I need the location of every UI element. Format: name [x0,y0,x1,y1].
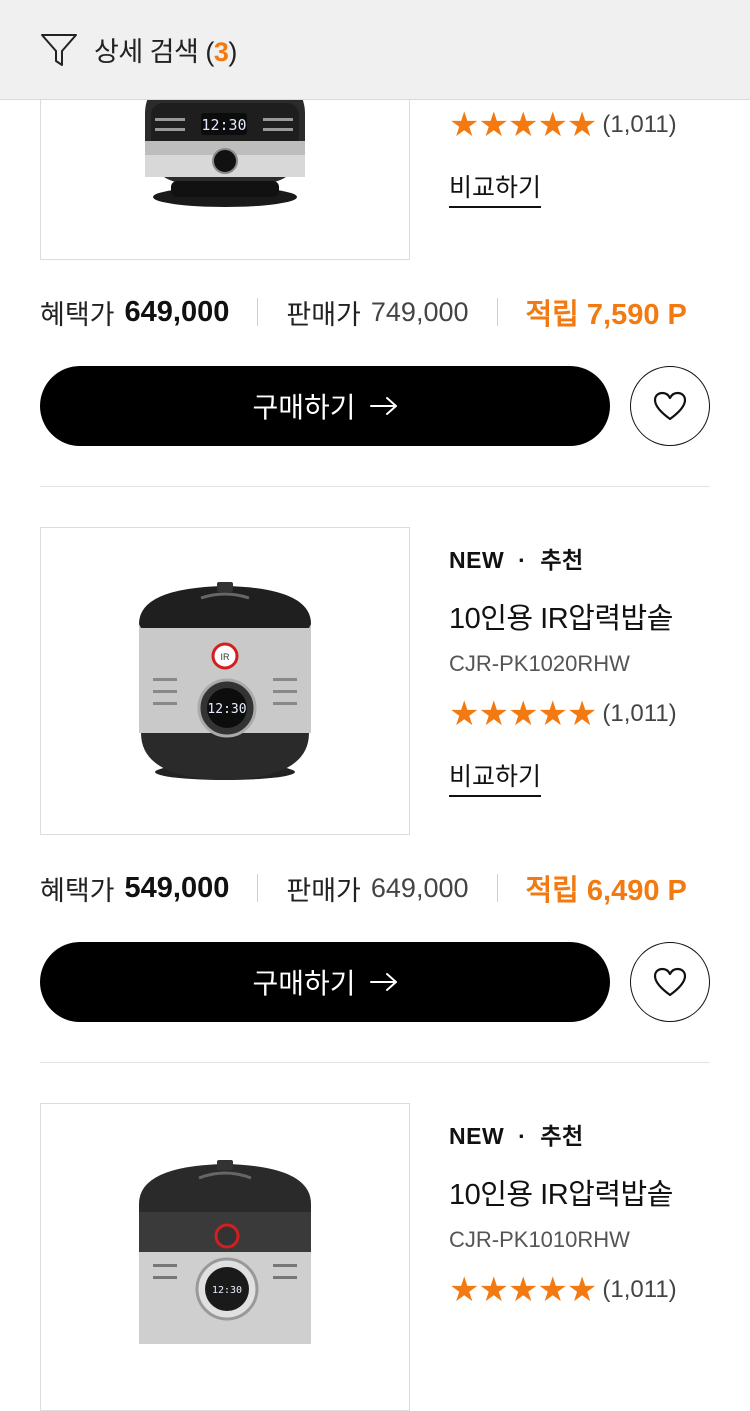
svg-text:IR: IR [221,652,231,662]
detail-search-label: 상세 검색 (3) [94,37,237,67]
rating-stars: ★★★★★ [449,106,597,144]
detail-search-button[interactable]: 상세 검색 (3) [40,30,237,69]
benefit-price: 549,000 [124,871,230,904]
sale-price-label: 판매가 [286,299,361,330]
product-name[interactable]: 10인용 IR압력밥솥 [449,595,710,637]
arrow-right-icon [369,973,397,991]
compare-link[interactable]: 비교하기 [449,757,542,797]
wishlist-button[interactable] [630,942,710,1022]
price-separator [257,298,259,326]
product-divider [40,486,710,487]
buy-button-label: 구매하기 [252,968,356,999]
sale-price-label: 판매가 [286,875,361,906]
filter-icon [41,33,77,66]
compare-link[interactable]: 비교하기 [449,168,542,208]
arrow-right-icon [369,397,397,415]
reward-points: 적립 6,490 P [525,875,687,907]
price-separator [257,874,259,902]
buy-button[interactable]: 구매하기 [40,366,610,446]
product-tags: NEW · 추천 [449,1123,584,1149]
benefit-price: 649,000 [124,295,230,328]
price-row: 혜택가 549,000 판매가 649,000 적립 6,490 P [40,868,710,908]
benefit-price-label: 혜택가 [40,875,115,906]
recommend-tag: 추천 [540,1123,584,1149]
rating-stars: ★★★★★ [449,1271,597,1309]
product-image[interactable]: IR 12:30 [40,527,410,835]
sale-price: 649,000 [370,872,469,903]
review-count: (1,011) [602,700,677,727]
heart-icon [653,967,687,997]
recommend-tag: 추천 [540,547,584,573]
filter-bar: 상세 검색 (3) [0,0,750,100]
svg-text:12:30: 12:30 [201,116,246,134]
heart-icon [653,391,687,421]
review-count: (1,011) [602,1276,677,1303]
reward-points: 적립 7,590 P [525,299,687,331]
product-model: CJR-PK1020RHW [449,651,630,676]
wishlist-button[interactable] [630,366,710,446]
rating-stars: ★★★★★ [449,695,597,733]
benefit-price-label: 혜택가 [40,299,115,330]
svg-text:12:30: 12:30 [212,1285,242,1296]
product-card-3: 12:30 NEW · 추천 10인용 IR압력밥솥 CJR-PK1010RHW ★… [40,1103,710,1411]
svg-text:12:30: 12:30 [207,702,246,717]
product-tags: NEW · 추천 [449,547,584,573]
price-row: 혜택가 649,000 판매가 749,000 적립 7,590 P [40,292,710,332]
product-name[interactable]: 10인용 IR압력밥솥 [449,1171,710,1213]
sale-price: 749,000 [370,296,469,327]
buy-button-label: 구매하기 [252,392,356,423]
buy-button[interactable]: 구매하기 [40,942,610,1022]
product-model: CJR-PK1010RHW [449,1227,630,1252]
rice-cooker-image: 12:30 [139,1160,311,1344]
new-tag: NEW [449,547,505,573]
product-image[interactable]: 12:30 [40,1103,410,1411]
review-count: (1,011) [602,111,677,138]
rice-cooker-image: IR 12:30 [139,582,311,780]
product-divider [40,1062,710,1063]
new-tag: NEW [449,1123,505,1149]
filter-count-badge: 3 [213,37,229,67]
price-separator [496,298,498,326]
product-card-2: IR 12:30 NEW · 추천 10인용 IR압력밥솥 CJR-PK1020RH… [40,527,710,1062]
price-separator [496,874,498,902]
